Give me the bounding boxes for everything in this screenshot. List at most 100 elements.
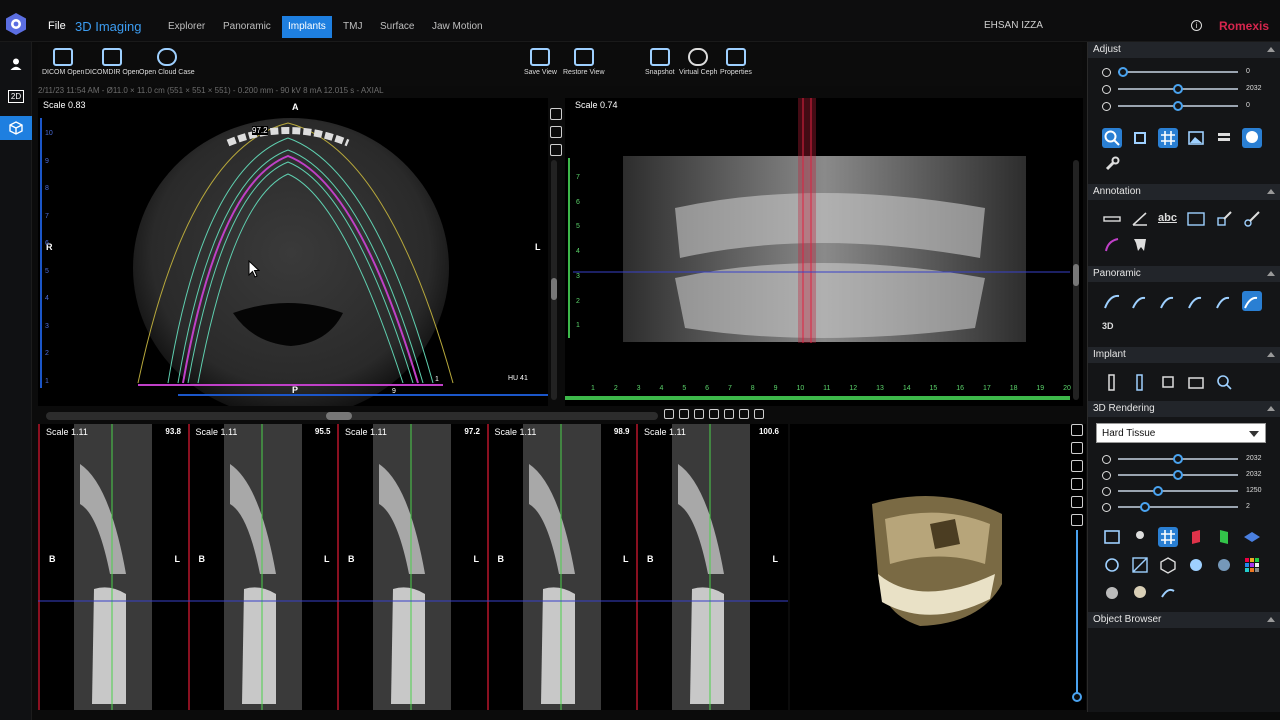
axial-view[interactable]: Scale 0.83 A R L P 97.2 HU 41 1 9 10 9 8… bbox=[38, 98, 548, 406]
tab-tmj[interactable]: TMJ bbox=[337, 16, 368, 38]
virtual-ceph-button[interactable]: Virtual Ceph bbox=[679, 48, 717, 76]
expand-icon[interactable] bbox=[1071, 424, 1083, 436]
restore-view-button[interactable]: Restore View bbox=[563, 48, 605, 76]
pano-auto-curve-button[interactable] bbox=[1242, 291, 1262, 311]
cross-section-pane[interactable]: Scale 1.11 97.2 B L bbox=[337, 424, 485, 710]
adjust-slider[interactable] bbox=[1118, 502, 1238, 512]
slider-knob[interactable] bbox=[1140, 502, 1150, 512]
cross-section-pane[interactable]: Scale 1.11 95.5 B L bbox=[187, 424, 336, 710]
angle-tool-button[interactable] bbox=[1130, 209, 1150, 229]
dicom-open-button[interactable]: DICOM Open bbox=[42, 48, 84, 76]
dicomdir-open-button[interactable]: DICOMDIR Open bbox=[85, 48, 139, 76]
zoom-tool-button[interactable] bbox=[1102, 128, 1122, 148]
3d-module-button[interactable] bbox=[0, 116, 32, 140]
adjust-slider[interactable] bbox=[1118, 67, 1238, 77]
wrench-icon[interactable] bbox=[1071, 460, 1083, 472]
implant-header[interactable]: Implant bbox=[1088, 347, 1280, 363]
cross-section-pane[interactable]: Scale 1.11 100.6 B L bbox=[636, 424, 784, 710]
file-menu[interactable]: File bbox=[48, 20, 66, 32]
expand-icon[interactable] bbox=[754, 409, 764, 419]
rendering-header[interactable]: 3D Rendering bbox=[1088, 401, 1280, 417]
properties-button[interactable]: Properties bbox=[720, 48, 752, 76]
pano-curve-delete-button[interactable] bbox=[1130, 291, 1150, 311]
paint-icon[interactable] bbox=[1071, 478, 1083, 490]
pano-3d-button[interactable]: 3D bbox=[1102, 317, 1122, 337]
text-tool-button[interactable]: abc bbox=[1158, 209, 1182, 229]
brush-tool-button[interactable] bbox=[1242, 209, 1262, 229]
adjust-slider[interactable] bbox=[1118, 470, 1238, 480]
adjust-slider[interactable] bbox=[1118, 84, 1238, 94]
adjust-slider[interactable] bbox=[1118, 454, 1238, 464]
abutment-button[interactable] bbox=[1130, 372, 1150, 392]
pan-tool-button[interactable] bbox=[1130, 128, 1150, 148]
label-tool-button[interactable] bbox=[1186, 209, 1206, 229]
object-browser-header[interactable]: Object Browser bbox=[1088, 612, 1280, 628]
annotation-header[interactable]: Annotation bbox=[1088, 184, 1280, 200]
adjust-slider[interactable] bbox=[1118, 101, 1238, 111]
cross-section-scrollbar[interactable] bbox=[46, 412, 658, 420]
camera-icon[interactable] bbox=[739, 409, 749, 419]
warning-icon[interactable] bbox=[679, 409, 689, 419]
layers-tool-button[interactable] bbox=[1214, 128, 1234, 148]
slider-knob[interactable] bbox=[1173, 84, 1183, 94]
slider-knob[interactable] bbox=[1118, 67, 1128, 77]
render-red-plane-button[interactable] bbox=[1186, 527, 1206, 547]
render-green-plane-button[interactable] bbox=[1214, 527, 1234, 547]
patient-button[interactable] bbox=[0, 52, 32, 76]
info-icon[interactable]: i bbox=[1191, 20, 1202, 31]
3d-vslider-knob[interactable] bbox=[1072, 692, 1082, 702]
add-implant-button[interactable] bbox=[1102, 372, 1122, 392]
render-export-button[interactable] bbox=[1158, 583, 1178, 603]
render-light-button[interactable] bbox=[1130, 527, 1150, 547]
3d-vslider[interactable] bbox=[1076, 530, 1078, 694]
implant-search-button[interactable] bbox=[1214, 372, 1234, 392]
crosshair-tool-button[interactable] bbox=[1158, 128, 1178, 148]
render-palette-button[interactable] bbox=[1242, 555, 1262, 575]
tab-panoramic[interactable]: Panoramic bbox=[217, 16, 277, 38]
head-icon[interactable] bbox=[1071, 514, 1083, 526]
panoramic-view[interactable]: Scale 0.74 7 6 5 4 3 2 1 1 2 3 4 5 6 7 8… bbox=[565, 98, 1083, 406]
curve-tool-button[interactable] bbox=[1102, 235, 1122, 255]
render-rotate-button[interactable] bbox=[1102, 555, 1122, 575]
collapse-icon[interactable] bbox=[1267, 271, 1275, 276]
image-tool-button[interactable] bbox=[1186, 128, 1206, 148]
collapse-icon[interactable] bbox=[1267, 189, 1275, 194]
open-cloud-case-button[interactable]: Open Cloud Case bbox=[139, 48, 195, 76]
render-head-button[interactable] bbox=[1186, 555, 1206, 575]
snapshot-button[interactable]: Snapshot bbox=[645, 48, 675, 76]
scrollbar-thumb[interactable] bbox=[326, 412, 352, 420]
ruler-tool-button[interactable] bbox=[1102, 209, 1122, 229]
implant-library-button[interactable] bbox=[1186, 372, 1206, 392]
trash-icon[interactable] bbox=[709, 409, 719, 419]
save-view-button[interactable]: Save View bbox=[524, 48, 557, 76]
crown-button[interactable] bbox=[1158, 372, 1178, 392]
camera-icon[interactable] bbox=[550, 126, 562, 138]
render-clip-button[interactable] bbox=[1130, 555, 1150, 575]
rendering-preset-select[interactable]: Hard Tissue bbox=[1096, 423, 1266, 443]
tab-explorer[interactable]: Explorer bbox=[162, 16, 211, 38]
wrench-icon[interactable] bbox=[550, 144, 562, 156]
render-box-button[interactable] bbox=[1158, 555, 1178, 575]
render-skull-button[interactable] bbox=[1130, 583, 1150, 603]
pano-vscroll[interactable] bbox=[1073, 160, 1079, 400]
render-profile-button[interactable] bbox=[1214, 555, 1234, 575]
panoramic-header[interactable]: Panoramic bbox=[1088, 266, 1280, 282]
render-crosshair-button[interactable] bbox=[1158, 527, 1178, 547]
pano-curve-button[interactable] bbox=[1102, 291, 1122, 311]
collapse-icon[interactable] bbox=[1267, 617, 1275, 622]
tooth-tool-button[interactable] bbox=[1130, 235, 1150, 255]
pano-text-curve-button[interactable] bbox=[1214, 291, 1234, 311]
skull-icon[interactable] bbox=[1071, 496, 1083, 508]
render-sphere-button[interactable] bbox=[1102, 583, 1122, 603]
axial-vscroll[interactable] bbox=[551, 160, 557, 400]
camera-icon[interactable] bbox=[1071, 442, 1083, 454]
pano-curve-move-button[interactable] bbox=[1158, 291, 1178, 311]
collapse-icon[interactable] bbox=[1267, 47, 1275, 52]
cross-section-pane[interactable]: Scale 1.11 98.9 B L bbox=[486, 424, 635, 710]
head-tool-button[interactable] bbox=[1242, 128, 1262, 148]
draw-tool-button[interactable] bbox=[1214, 209, 1234, 229]
collapse-icon[interactable] bbox=[1267, 352, 1275, 357]
3d-render-view[interactable] bbox=[790, 424, 1086, 710]
render-image-button[interactable] bbox=[1102, 527, 1122, 547]
expand-icon[interactable] bbox=[550, 108, 562, 120]
